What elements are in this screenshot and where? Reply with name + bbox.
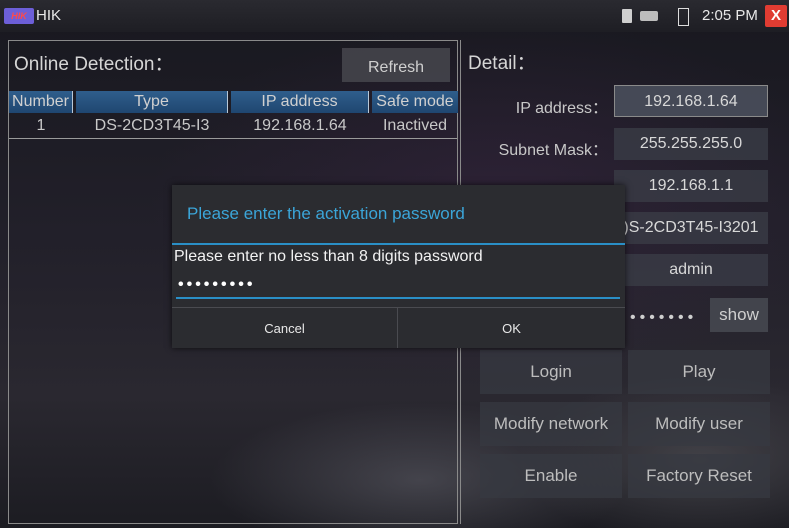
enable-button[interactable]: Enable (480, 454, 622, 498)
play-button[interactable]: Play (628, 350, 770, 394)
factory-reset-button[interactable]: Factory Reset (628, 454, 770, 498)
ok-button[interactable]: OK (398, 307, 625, 348)
cell-ip: 192.168.1.64 (253, 117, 347, 134)
gateway-field[interactable]: 192.168.1.1 (614, 170, 768, 202)
dialog-title: Please enter the activation password (187, 204, 465, 223)
status-bar: HIK HIK 2:05 PM X (0, 0, 789, 32)
app-title: HIK (36, 7, 62, 24)
close-button[interactable]: X (765, 5, 787, 27)
cell-number: 1 (36, 117, 46, 134)
column-header-number[interactable]: Number (9, 91, 73, 113)
cell-type: DS-2CD3T45-I3 (94, 117, 210, 134)
column-header-safe-mode[interactable]: Safe mode (372, 91, 458, 113)
cell-safe-mode: Inactived (382, 117, 448, 134)
hik-logo-icon: HIK (4, 8, 34, 24)
modify-network-button[interactable]: Modify network (480, 402, 622, 446)
ip-address-field[interactable]: 192.168.1.64 (614, 85, 768, 117)
battery-icon (678, 8, 689, 26)
clock: 2:05 PM (702, 7, 758, 24)
dialog-hint: Please enter no less than 8 digits passw… (174, 248, 483, 265)
refresh-button[interactable]: Refresh (342, 48, 450, 82)
network-icon (640, 11, 658, 21)
detail-title: Detail： (468, 53, 536, 74)
show-password-button[interactable]: show (710, 298, 768, 332)
row-divider (9, 138, 457, 139)
column-header-ip[interactable]: IP address (231, 91, 369, 113)
subnet-mask-label: Subnet Mask： (498, 142, 608, 159)
sim-card-icon (622, 9, 632, 23)
subnet-mask-field[interactable]: 255.255.255.0 (614, 128, 768, 160)
username-field[interactable]: admin (614, 254, 768, 286)
ip-address-label: IP address： (515, 100, 608, 117)
activation-dialog: Please enter the activation password Ple… (172, 185, 625, 348)
cancel-button[interactable]: Cancel (172, 307, 398, 348)
device-name-field[interactable]: )S-2CD3T45-I3201 (614, 212, 768, 244)
activation-password-input[interactable] (176, 273, 620, 299)
password-field[interactable]: ••••••• (630, 303, 710, 333)
online-detection-title: Online Detection： (14, 54, 174, 75)
dialog-title-divider (172, 243, 625, 245)
login-button[interactable]: Login (480, 350, 622, 394)
modify-user-button[interactable]: Modify user (628, 402, 770, 446)
column-header-type[interactable]: Type (76, 91, 228, 113)
